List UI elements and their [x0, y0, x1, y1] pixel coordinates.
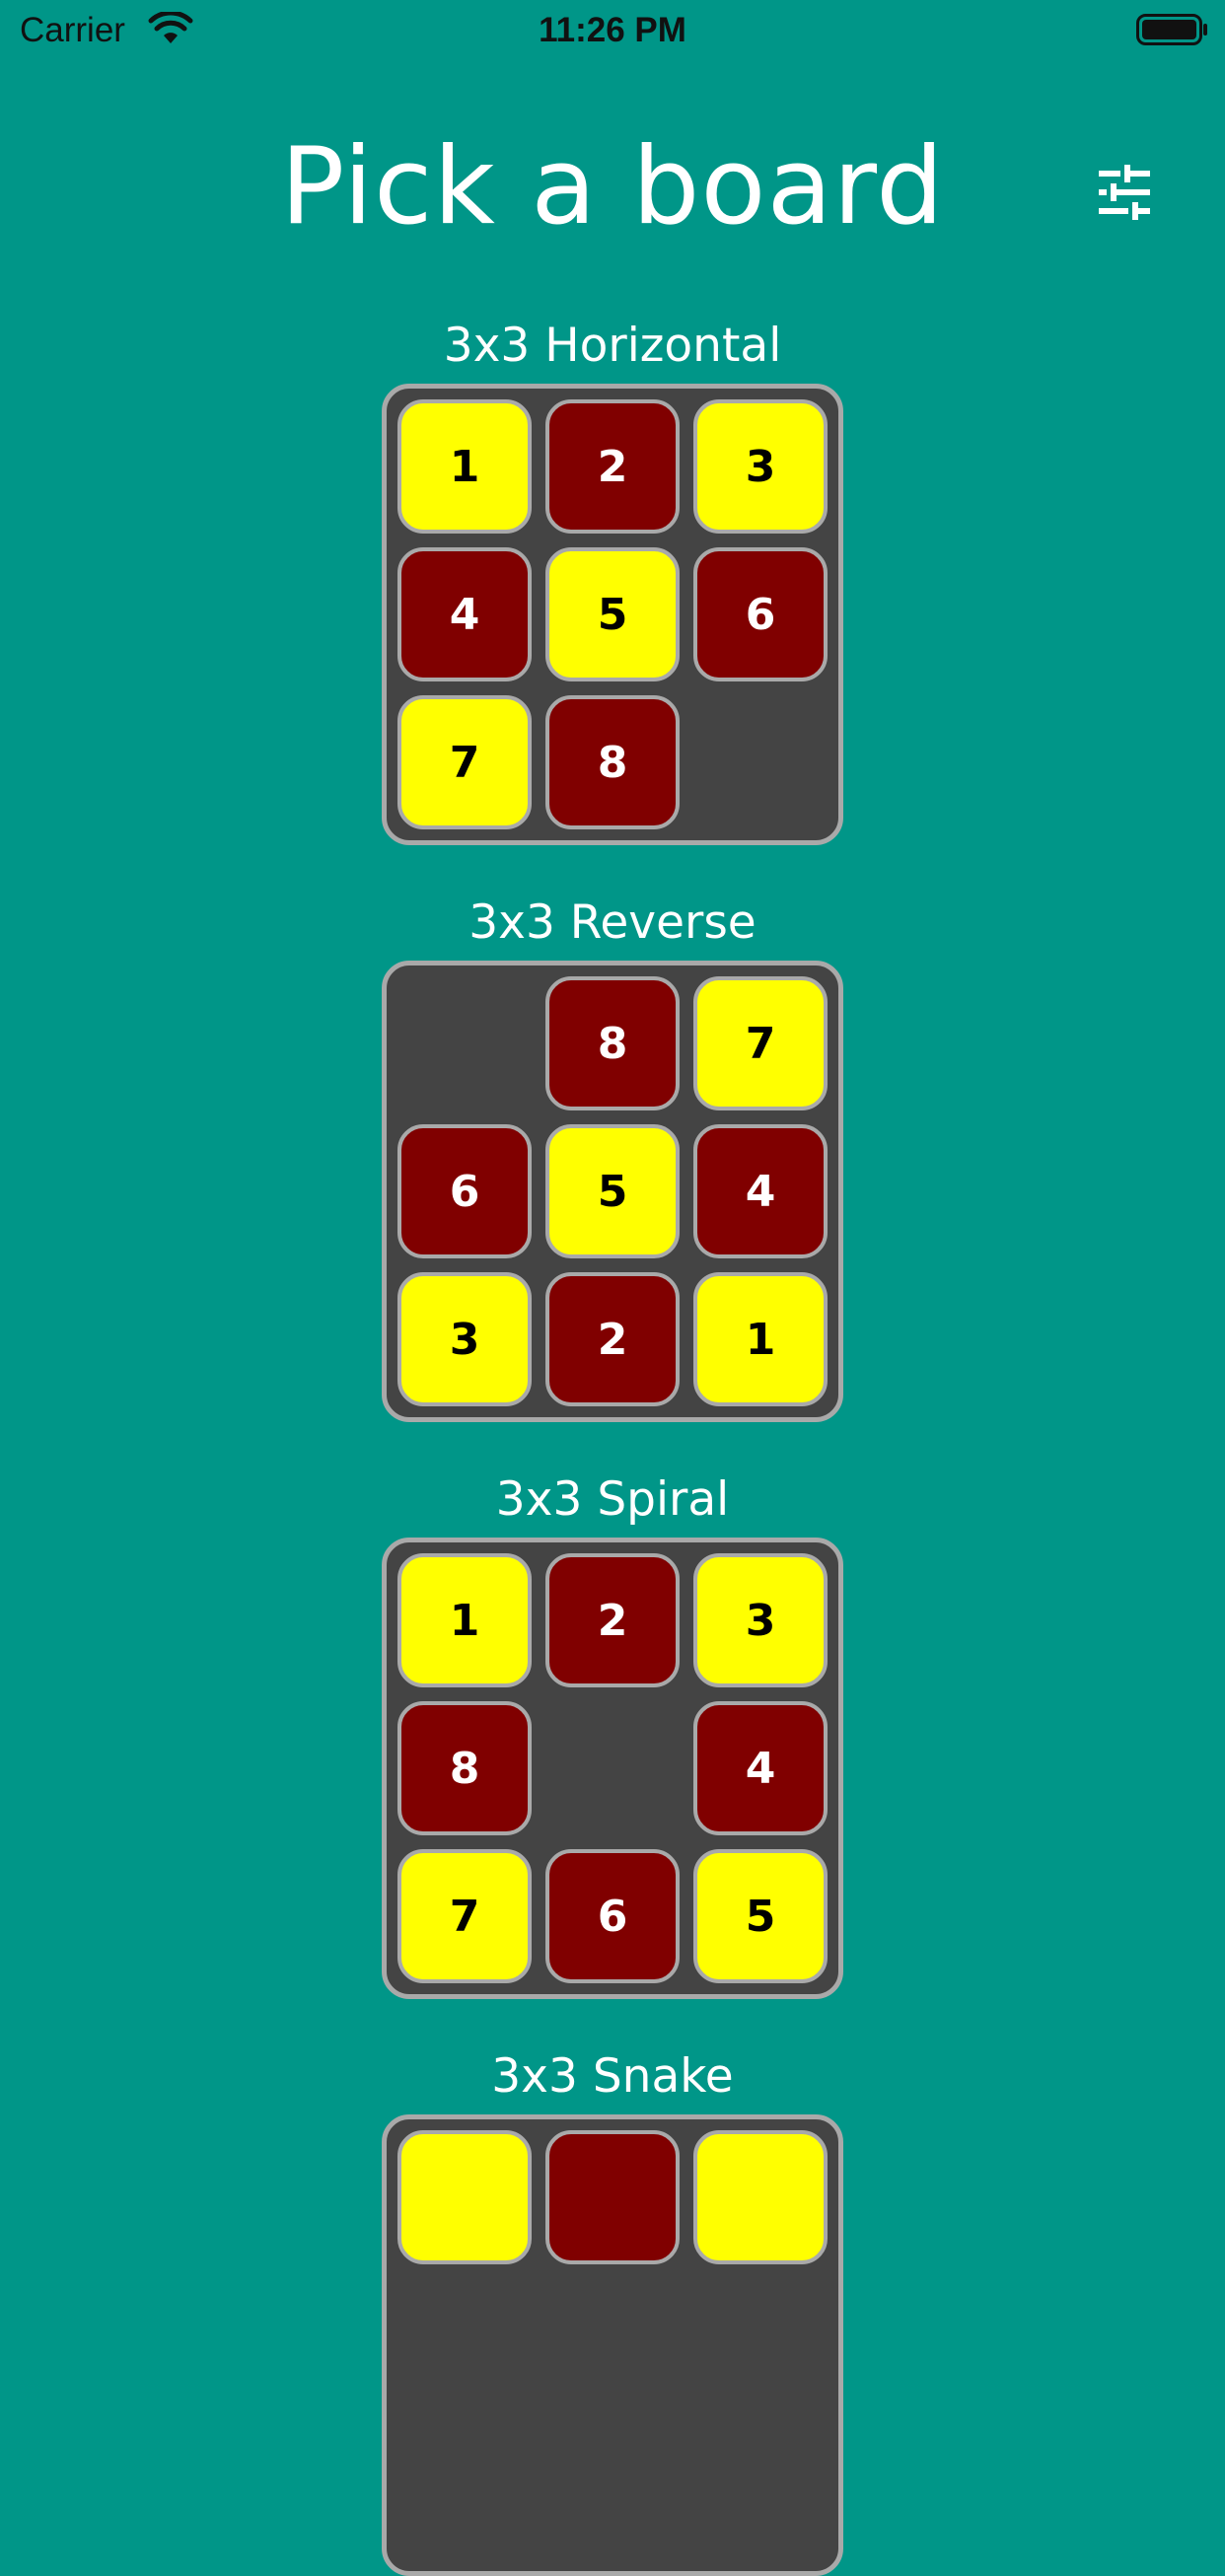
tile: 4 — [397, 547, 532, 681]
tile: 8 — [545, 695, 680, 829]
board-preview[interactable] — [382, 2114, 843, 2576]
board-preview[interactable]: 1 2 3 4 5 6 7 8 — [382, 384, 843, 845]
board-title: 3x3 Spiral — [495, 1472, 730, 1527]
board-title: 3x3 Reverse — [468, 895, 757, 950]
page-title: Pick a board — [280, 125, 945, 249]
tile: 5 — [545, 1124, 680, 1258]
board-preview[interactable]: 8 7 6 5 4 3 2 1 — [382, 961, 843, 1422]
status-bar: Carrier 11:26 PM — [0, 0, 1225, 61]
tile: 3 — [693, 1553, 828, 1687]
board-title: 3x3 Horizontal — [443, 319, 782, 373]
tile: 3 — [397, 1272, 532, 1406]
tile: 7 — [397, 695, 532, 829]
tile — [693, 2130, 828, 2264]
board-preview[interactable]: 1 2 3 8 4 7 6 5 — [382, 1538, 843, 1999]
tile: 4 — [693, 1701, 828, 1835]
tile: 5 — [545, 547, 680, 681]
tile: 8 — [545, 976, 680, 1110]
tile: 6 — [397, 1124, 532, 1258]
tile: 1 — [397, 1553, 532, 1687]
tile — [397, 2130, 532, 2264]
tile: 1 — [693, 1272, 828, 1406]
sliders-icon — [1099, 165, 1150, 220]
tile: 6 — [545, 1849, 680, 1983]
status-time: 11:26 PM — [539, 11, 686, 49]
board-title: 3x3 Snake — [491, 2049, 734, 2104]
tile: 4 — [693, 1124, 828, 1258]
tile: 2 — [545, 399, 680, 534]
tile: 2 — [545, 1272, 680, 1406]
tile: 7 — [693, 976, 828, 1110]
tile — [545, 2130, 680, 2264]
tile: 6 — [693, 547, 828, 681]
tile: 1 — [397, 399, 532, 534]
tile: 2 — [545, 1553, 680, 1687]
tile: 8 — [397, 1701, 532, 1835]
settings-button[interactable] — [1085, 153, 1164, 232]
battery-icon — [1136, 14, 1207, 45]
tile: 3 — [693, 399, 828, 534]
tile: 5 — [693, 1849, 828, 1983]
tile: 7 — [397, 1849, 532, 1983]
